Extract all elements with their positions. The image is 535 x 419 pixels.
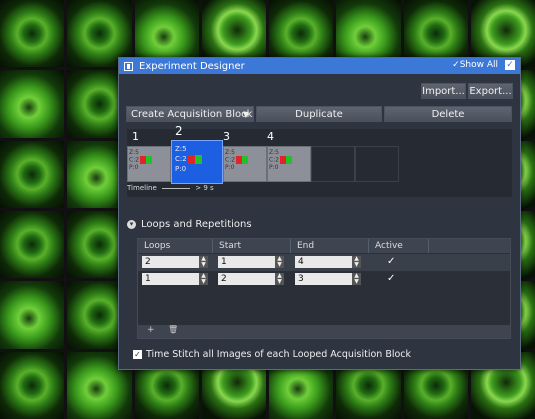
block-p: P:0: [269, 164, 279, 171]
delete-loop-icon[interactable]: 🗑: [168, 325, 178, 334]
create-block-label: Create Acquisition Block: [131, 109, 253, 120]
dialog-icon: [124, 61, 133, 71]
chevron-down-icon: ▼: [242, 110, 249, 119]
block-number: 4: [267, 130, 274, 143]
start-value: 1: [221, 257, 227, 267]
block-p: P:0: [175, 165, 187, 173]
experiment-designer-dialog: Experiment Designer ✓Show All ✓ Import..…: [118, 57, 521, 370]
dialog-title: Experiment Designer: [139, 60, 245, 72]
timeline: Timeline > 9 s: [127, 184, 214, 192]
stepper-arrows-icon[interactable]: ▲ ▼: [199, 256, 208, 268]
loops-value: 1: [145, 274, 151, 284]
stepper-arrows-icon[interactable]: ▲ ▼: [275, 256, 284, 268]
column-header-active[interactable]: Active: [369, 239, 429, 253]
dialog-titlebar[interactable]: Experiment Designer ✓Show All ✓: [119, 58, 520, 74]
block-z: Z:5: [129, 149, 139, 156]
loops-stepper[interactable]: 1 ▲ ▼: [142, 273, 208, 285]
block-number: 3: [223, 130, 230, 143]
cell-image-tile: [0, 70, 65, 138]
empty-block-slot: [311, 146, 355, 182]
column-header-start[interactable]: Start: [213, 239, 291, 253]
block-number: 1: [132, 130, 139, 143]
table-footer: + 🗑: [138, 325, 510, 338]
import-button[interactable]: Import...: [421, 83, 466, 99]
channel-swatch-icon: [280, 156, 293, 164]
start-value: 2: [221, 274, 227, 284]
table-row[interactable]: 1 ▲ ▼ 2 ▲ ▼ 3 ▲ ▼ ✓: [138, 271, 510, 288]
time-stitch-option[interactable]: ✓ Time Stitch all Images of each Looped …: [133, 349, 411, 360]
timeline-label: Timeline: [127, 184, 157, 192]
export-button[interactable]: Export...: [468, 83, 513, 99]
channel-swatch-icon: [187, 155, 202, 164]
block-p: P:0: [129, 164, 139, 171]
show-all-checkbox[interactable]: ✓: [505, 60, 515, 70]
channel-swatch-icon: [236, 156, 249, 164]
stepper-arrows-icon[interactable]: ▲ ▼: [275, 273, 284, 285]
channel-swatch-icon: [140, 156, 153, 164]
time-stitch-checkbox[interactable]: ✓: [133, 350, 142, 359]
table-header: Loops Start End Active: [138, 239, 510, 253]
end-stepper[interactable]: 4 ▲ ▼: [295, 256, 361, 268]
block-z: Z:5: [175, 145, 187, 153]
acquisition-block-1[interactable]: Z:5 C:2 P:0: [127, 146, 171, 182]
active-checkbox[interactable]: ✓: [387, 256, 395, 267]
loops-value: 2: [145, 257, 151, 267]
cell-image-tile: [0, 351, 65, 419]
loops-section-title: Loops and Repetitions: [141, 219, 252, 230]
block-z: Z:5: [269, 149, 279, 156]
active-checkbox[interactable]: ✓: [387, 273, 395, 284]
time-stitch-label: Time Stitch all Images of each Looped Ac…: [146, 349, 412, 360]
end-value: 3: [298, 274, 304, 284]
delete-button[interactable]: Delete: [384, 106, 512, 122]
block-c: C:2: [129, 156, 140, 164]
column-header-end[interactable]: End: [291, 239, 369, 253]
end-value: 4: [298, 257, 304, 267]
stepper-arrows-icon[interactable]: ▲ ▼: [199, 273, 208, 285]
acquisition-block-3[interactable]: Z:5 C:2 P:0: [223, 146, 267, 182]
block-c: C:2: [175, 155, 187, 163]
create-acquisition-block-dropdown[interactable]: Create Acquisition Block ▼: [126, 106, 254, 122]
add-loop-icon[interactable]: +: [147, 325, 155, 335]
block-c: C:2: [225, 156, 236, 164]
timeline-arrow-icon: [162, 187, 190, 189]
start-stepper[interactable]: 1 ▲ ▼: [218, 256, 284, 268]
cell-image-tile: [0, 211, 65, 279]
stepper-arrows-icon[interactable]: ▲ ▼: [352, 273, 361, 285]
loops-table: Loops Start End Active 2 ▲ ▼ 1 ▲ ▼ 4 ▲ ▼ ✓ 1 ▲ ▼…: [137, 238, 511, 339]
empty-block-slot: [355, 146, 399, 182]
loops-section-header[interactable]: ▾ Loops and Repetitions: [127, 219, 252, 230]
collapse-icon[interactable]: ▾: [127, 220, 136, 229]
block-number: 2: [175, 124, 183, 138]
block-p: P:0: [225, 164, 235, 171]
acquisition-block-2-selected[interactable]: Z:5 C:2 P:0: [171, 140, 223, 184]
loops-stepper[interactable]: 2 ▲ ▼: [142, 256, 208, 268]
show-all-toggle[interactable]: ✓Show All: [452, 60, 498, 70]
end-stepper[interactable]: 3 ▲ ▼: [295, 273, 361, 285]
column-header-loops[interactable]: Loops: [138, 239, 213, 253]
timeline-duration: > 9 s: [195, 184, 214, 192]
block-c: C:2: [269, 156, 280, 164]
cell-image-tile: [0, 0, 65, 68]
duplicate-button[interactable]: Duplicate: [256, 106, 382, 122]
start-stepper[interactable]: 2 ▲ ▼: [218, 273, 284, 285]
cell-image-tile: [0, 140, 65, 208]
cell-image-tile: [0, 281, 65, 349]
block-z: Z:5: [225, 149, 235, 156]
stepper-arrows-icon[interactable]: ▲ ▼: [352, 256, 361, 268]
acquisition-block-4[interactable]: Z:5 C:2 P:0: [267, 146, 311, 182]
table-row[interactable]: 2 ▲ ▼ 1 ▲ ▼ 4 ▲ ▼ ✓: [138, 254, 510, 271]
